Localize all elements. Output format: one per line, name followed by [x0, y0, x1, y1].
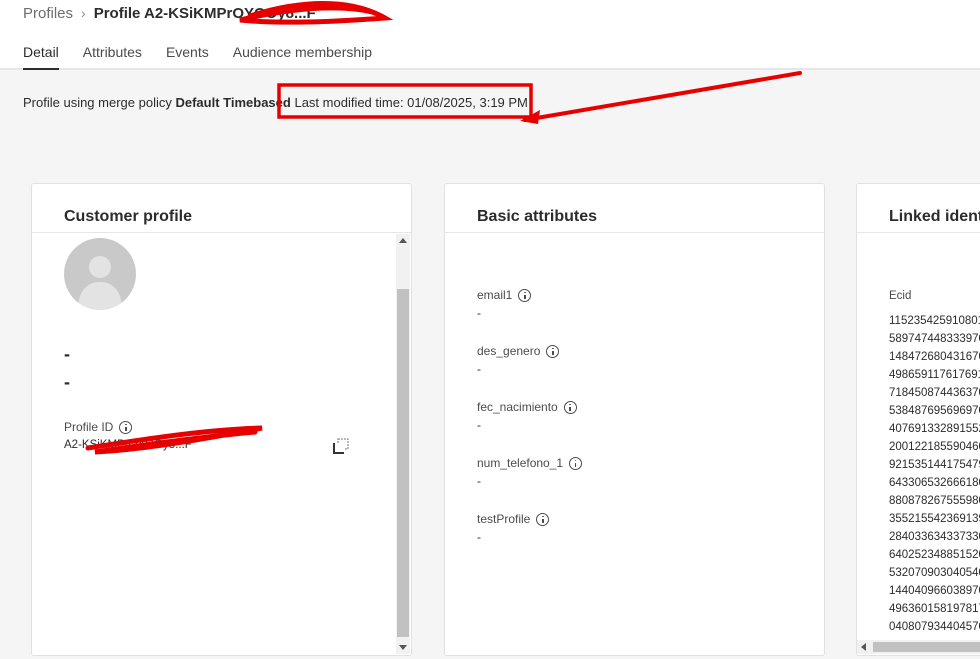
scroll-thumb[interactable] — [397, 289, 409, 637]
customer-profile-card: Customer profile - - Profile ID A2-KSiKM… — [31, 183, 412, 656]
merge-policy-prefix: Profile using merge policy — [23, 95, 172, 110]
attribute-label: num_telefono_1 — [477, 456, 583, 470]
ecid-value: 200122185590460 — [889, 441, 980, 453]
top-bar: Profiles › Profile A2-KSiKMPrOYOOy8...F … — [0, 0, 980, 70]
ecid-value: 640252348851520 — [889, 549, 980, 561]
scroll-left-arrow-icon[interactable] — [861, 643, 866, 651]
attribute-value: - — [477, 362, 481, 376]
attribute-label: testProfile — [477, 512, 550, 526]
ecid-value: 355215542369139 — [889, 513, 980, 525]
copy-icon[interactable] — [333, 438, 349, 454]
ecid-list: 115235425910801 589747448333970 14847268… — [889, 312, 980, 636]
attribute-value: - — [477, 530, 481, 544]
scroll-down-arrow-icon[interactable] — [399, 645, 407, 650]
merge-policy-line: Profile using merge policy Default Timeb… — [23, 95, 528, 110]
info-icon[interactable] — [546, 344, 560, 358]
avatar — [64, 238, 136, 310]
attribute-value: - — [477, 474, 481, 488]
ecid-value: 718450874436370 — [889, 387, 980, 399]
ecid-value: 498659117617691 — [889, 369, 980, 381]
profile-id-label-text: Profile ID — [64, 420, 114, 434]
ecid-column-header: Ecid — [889, 290, 912, 302]
linked-identities-card: Linked identities Ecid 115235425910801 5… — [856, 183, 980, 656]
ecid-value: 284033634337330 — [889, 531, 980, 543]
annotation-arrow — [523, 71, 802, 122]
tab-attributes[interactable]: Attributes — [83, 44, 142, 70]
card-title: Linked identities — [889, 208, 980, 225]
attribute-label: fec_nacimiento — [477, 400, 577, 414]
attribute-label: des_genero — [477, 344, 560, 358]
ecid-value: 496360158197817 — [889, 603, 980, 615]
ecid-value: 643306532666180 — [889, 477, 980, 489]
merge-policy-name: Default Timebased — [175, 95, 291, 110]
info-icon[interactable] — [569, 456, 583, 470]
ecid-value: 148472680431670 — [889, 351, 980, 363]
attribute-label-text: testProfile — [477, 512, 531, 526]
vertical-scrollbar[interactable] — [396, 234, 410, 654]
divider — [445, 232, 824, 233]
horizontal-scroll-thumb[interactable] — [873, 642, 980, 652]
ecid-value: 115235425910801 — [889, 315, 980, 327]
attribute-label-text: fec_nacimiento — [477, 400, 558, 414]
basic-attributes-card: Basic attributes email1 - des_genero - f… — [444, 183, 825, 656]
profile-id-label: Profile ID — [64, 420, 133, 434]
scroll-up-arrow-icon[interactable] — [399, 238, 407, 243]
ecid-value: 538487695696970 — [889, 405, 980, 417]
profile-id-value: A2-KSiKMPrOYOOy8...F — [64, 439, 192, 451]
info-icon[interactable] — [518, 288, 532, 302]
card-title: Customer profile — [64, 208, 193, 225]
ecid-value: 880878267555980 — [889, 495, 980, 507]
ecid-value: 144040966038970 — [889, 585, 980, 597]
ecid-value: 589747448333970 — [889, 333, 980, 345]
info-icon[interactable] — [536, 512, 550, 526]
info-icon[interactable] — [119, 420, 133, 434]
attribute-value: - — [477, 306, 481, 320]
attribute-label-text: num_telefono_1 — [477, 456, 564, 470]
chevron-right-icon: › — [81, 5, 86, 21]
tab-events[interactable]: Events — [166, 44, 209, 70]
attribute-label-text: des_genero — [477, 344, 541, 358]
attribute-value: - — [477, 418, 481, 432]
arrowhead — [520, 110, 540, 124]
info-icon[interactable] — [563, 400, 577, 414]
profile-name-line-1: - — [64, 344, 70, 364]
breadcrumb-profiles-link[interactable]: Profiles — [23, 5, 73, 22]
horizontal-scrollbar[interactable] — [857, 640, 980, 654]
divider — [32, 232, 411, 233]
profile-name-line-2: - — [64, 372, 70, 392]
last-modified-time: Last modified time: 01/08/2025, 3:19 PM — [294, 95, 528, 110]
ecid-value: 407691332891552 — [889, 423, 980, 435]
card-title: Basic attributes — [477, 208, 598, 225]
tab-audience-membership[interactable]: Audience membership — [233, 44, 372, 70]
divider — [857, 232, 980, 233]
attribute-label: email1 — [477, 288, 532, 302]
ecid-value: 040807934404570 — [889, 621, 980, 633]
tab-detail[interactable]: Detail — [23, 44, 59, 70]
user-silhouette-icon — [78, 256, 122, 310]
attribute-label-text: email1 — [477, 288, 513, 302]
tab-bar: Detail Attributes Events Audience member… — [23, 44, 396, 70]
breadcrumb: Profiles › Profile A2-KSiKMPrOYOOy8...F — [23, 4, 316, 22]
ecid-value: 921535144175479 — [889, 459, 980, 471]
page-title: Profile A2-KSiKMPrOYOOy8...F — [93, 4, 316, 22]
ecid-value: 532070903040540 — [889, 567, 980, 579]
